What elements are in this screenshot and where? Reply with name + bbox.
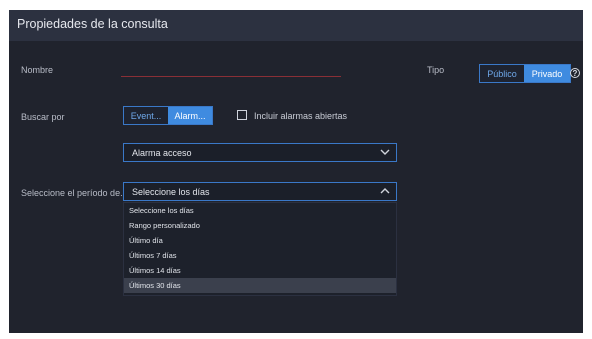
periodo-value: Seleccione los días [132, 187, 210, 197]
tipo-label: Tipo [427, 65, 445, 75]
tipo-toggle: Público Privado [479, 64, 571, 83]
periodo-option[interactable]: Último día [124, 233, 396, 248]
periodo-select[interactable]: Seleccione los días [123, 182, 397, 201]
buscar-label: Buscar por [21, 112, 65, 122]
periodo-option[interactable]: Últimos 7 días [124, 248, 396, 263]
periodo-label: Seleccione el período de... [21, 188, 128, 198]
help-icon[interactable]: ? [570, 68, 580, 78]
buscar-alarm-button[interactable]: Alarm... [168, 107, 212, 124]
periodo-dropdown-list: Seleccione los días Rango personalizado … [123, 202, 397, 296]
dialog-header: Propiedades de la consulta [9, 10, 583, 41]
incluir-checkbox[interactable] [237, 110, 247, 120]
buscar-toggle: Event... Alarm... [123, 106, 213, 125]
periodo-option[interactable]: Rango personalizado [124, 218, 396, 233]
query-properties-dialog: Propiedades de la consulta Nombre Tipo P… [9, 10, 583, 333]
periodo-option[interactable]: Últimos 14 días [124, 263, 396, 278]
tipo-privado-button[interactable]: Privado [524, 65, 570, 82]
incluir-label: Incluir alarmas abiertas [254, 111, 348, 121]
nombre-label: Nombre [21, 65, 54, 75]
chevron-up-icon [380, 188, 390, 194]
alarm-type-value: Alarma acceso [132, 148, 192, 158]
nombre-input[interactable] [121, 76, 341, 77]
periodo-option[interactable]: Seleccione los días [124, 203, 396, 218]
tipo-publico-button[interactable]: Público [480, 65, 524, 82]
alarm-type-select[interactable]: Alarma acceso [123, 143, 397, 162]
periodo-option-highlighted[interactable]: Últimos 30 días [124, 278, 396, 293]
dialog-title: Propiedades de la consulta [17, 17, 168, 31]
buscar-event-button[interactable]: Event... [124, 107, 168, 124]
chevron-down-icon [380, 149, 390, 155]
